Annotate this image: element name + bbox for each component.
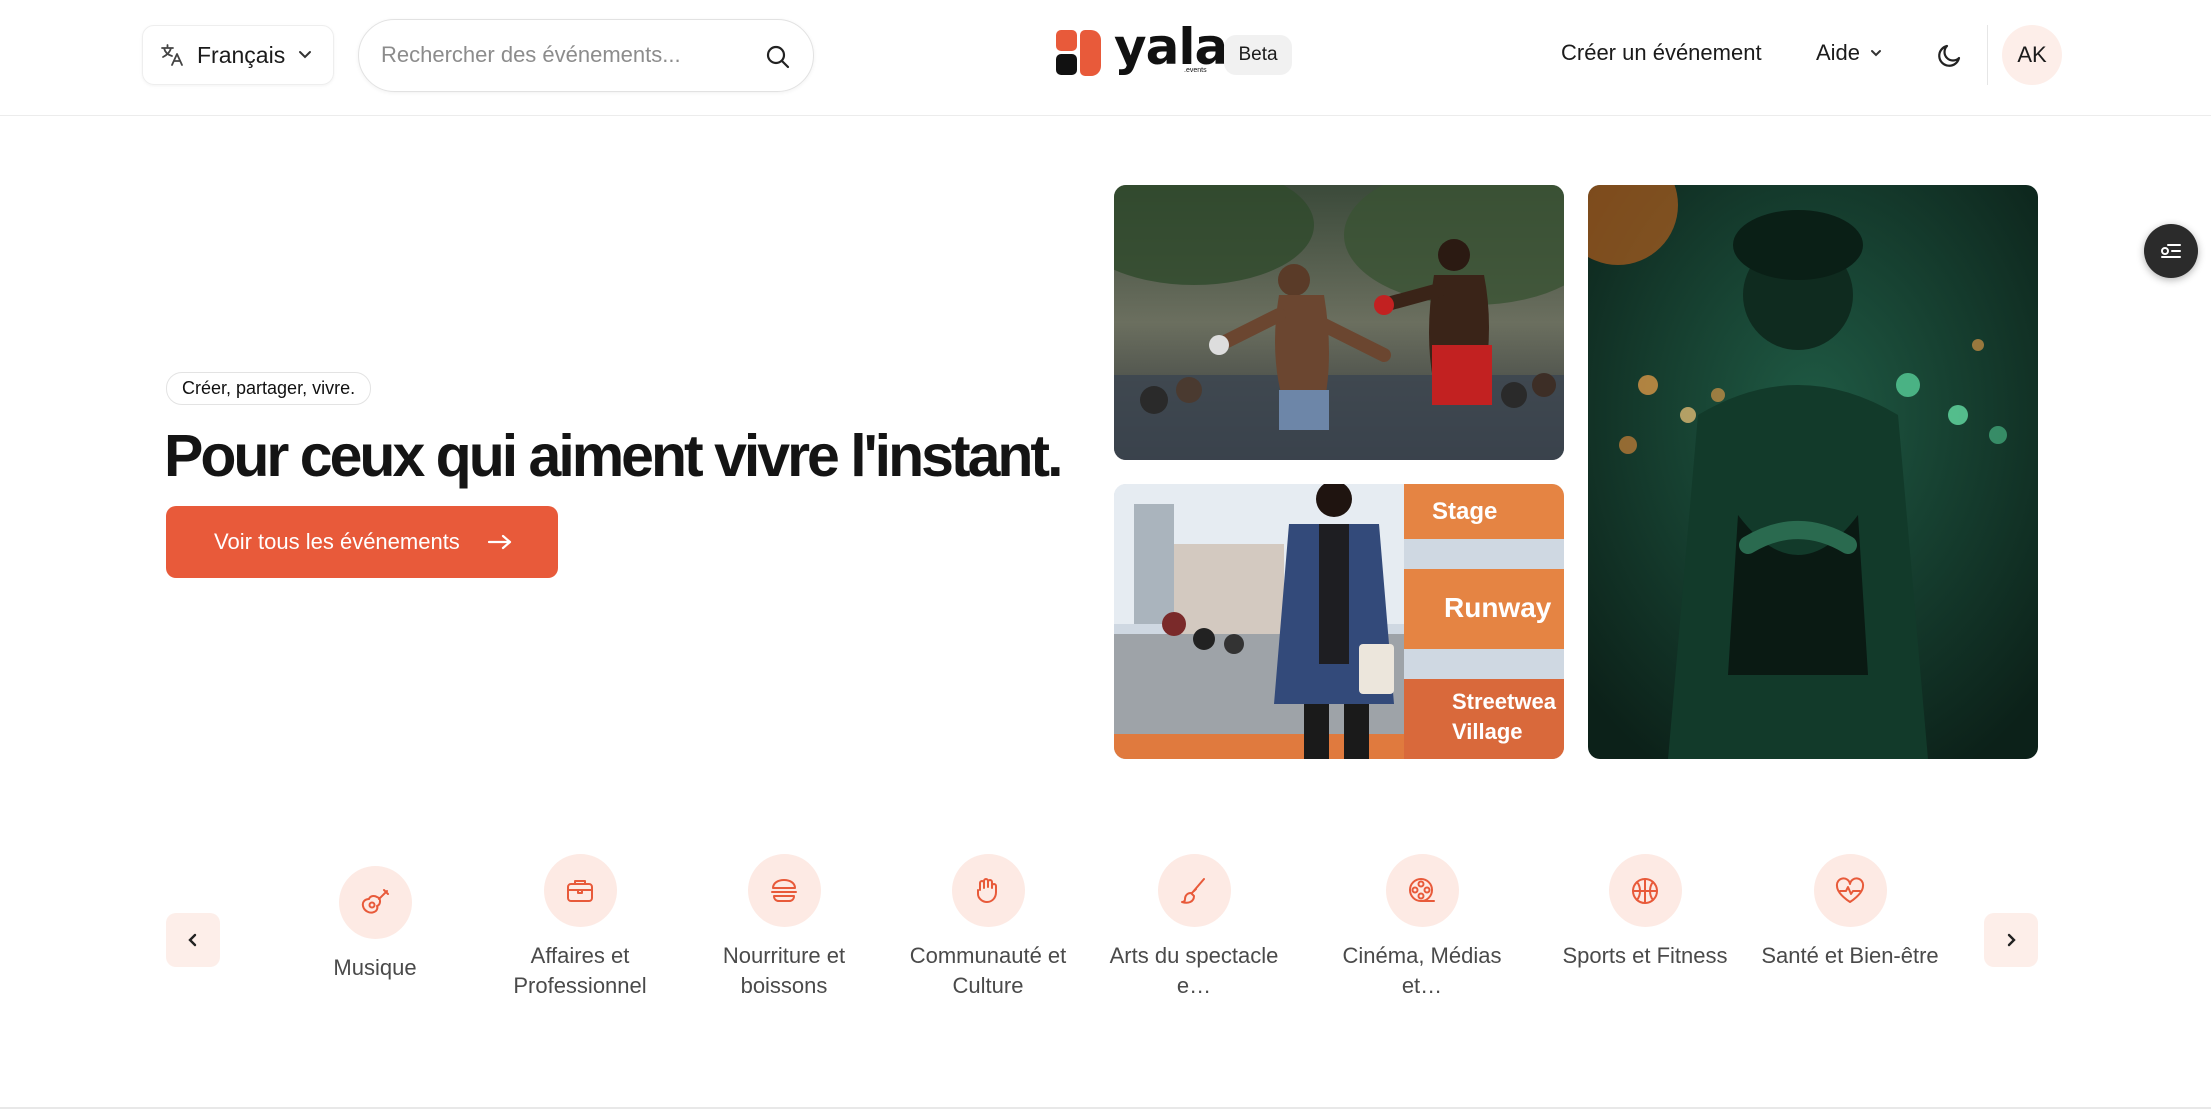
help-menu[interactable]: Aide	[1816, 40, 1884, 66]
categories-next-button[interactable]	[1984, 913, 2038, 967]
category-label: Musique	[333, 955, 417, 980]
hero-title: Pour ceux qui aiment vivre l'instant.	[164, 423, 1063, 489]
category-music[interactable]: Musique	[285, 866, 465, 983]
arrow-right-icon	[487, 534, 511, 550]
category-sports[interactable]: Sports et Fitness	[1555, 854, 1735, 971]
language-selector[interactable]: Français	[142, 25, 334, 85]
burger-icon	[771, 878, 797, 902]
category-performing-arts[interactable]: Arts du spectacle e…	[1104, 854, 1284, 1001]
search-bar	[358, 19, 814, 92]
paintbrush-icon	[1181, 877, 1205, 904]
briefcase-icon	[567, 879, 593, 902]
concert-photo[interactable]	[1588, 185, 2038, 759]
search-input[interactable]	[381, 34, 741, 76]
user-avatar[interactable]: AK	[2002, 25, 2062, 85]
community-icon	[977, 877, 997, 903]
chevron-left-icon	[188, 933, 197, 947]
category-icon-bg	[951, 854, 1025, 927]
chevron-right-icon	[2007, 933, 2016, 947]
search-icon[interactable]	[765, 44, 791, 70]
category-business[interactable]: Affaires et Professionnel	[490, 854, 670, 1001]
create-event-link[interactable]: Créer un événement	[1561, 40, 1762, 66]
boxing-photo[interactable]	[1114, 185, 1564, 460]
brand-name: yala	[1114, 18, 1228, 76]
category-icon-bg	[1813, 854, 1887, 927]
category-icon-bg	[543, 854, 617, 927]
cta-label: Voir tous les événements	[214, 529, 460, 554]
help-label: Aide	[1816, 40, 1861, 65]
category-label: Santé et Bien-être	[1761, 943, 1939, 968]
category-label: Nourriture et boissons	[722, 943, 846, 998]
guitar-icon	[361, 888, 389, 914]
village-sign: Village	[1452, 719, 1523, 744]
category-label: Affaires et Professionnel	[513, 943, 647, 998]
category-cinema[interactable]: Cinéma, Médias et…	[1332, 854, 1512, 1001]
basketball-icon	[1632, 877, 1658, 904]
category-icon-bg	[338, 866, 412, 939]
category-label: Cinéma, Médias et…	[1342, 943, 1502, 998]
language-label: Français	[197, 41, 286, 68]
dark-mode-icon[interactable]	[1935, 40, 1965, 70]
streetwear-sign: Streetwea	[1452, 689, 1557, 714]
category-label: Arts du spectacle e…	[1109, 943, 1279, 998]
categories-prev-button[interactable]	[166, 913, 220, 967]
category-icon-bg	[1385, 854, 1459, 927]
top-navbar: Français yala .events Beta Créer un évén…	[0, 0, 2211, 116]
heart-pulse-icon	[1835, 877, 1865, 903]
section-divider	[0, 1107, 2211, 1109]
logo-mark-icon	[1056, 30, 1102, 76]
header-divider	[1987, 25, 1988, 85]
filter-toggle-button[interactable]	[2144, 224, 2198, 278]
beta-badge: Beta	[1224, 35, 1292, 75]
chevron-down-icon	[1871, 50, 1882, 57]
translate-icon	[161, 44, 183, 66]
category-icon-bg	[1157, 854, 1231, 927]
category-food[interactable]: Nourriture et boissons	[694, 854, 874, 1001]
see-all-events-button[interactable]: Voir tous les événements	[166, 506, 558, 578]
filter-list-icon	[2161, 244, 2181, 258]
chevron-down-icon	[299, 51, 311, 59]
category-health[interactable]: Santé et Bien-être	[1760, 854, 1940, 971]
brand-sub: .events	[1184, 67, 1207, 74]
category-label: Sports et Fitness	[1562, 943, 1728, 968]
hero-tagline: Créer, partager, vivre.	[166, 372, 372, 405]
fashion-week-photo[interactable]: Stage Runway Streetwea Village	[1114, 484, 1564, 759]
stage-sign: Stage	[1432, 498, 1497, 525]
category-community[interactable]: Communauté et Culture	[898, 854, 1078, 1001]
category-icon-bg	[1608, 854, 1682, 927]
film-reel-icon	[1409, 877, 1435, 902]
category-icon-bg	[747, 854, 821, 927]
category-label: Communauté et Culture	[909, 943, 1067, 998]
runway-sign: Runway	[1444, 592, 1552, 623]
